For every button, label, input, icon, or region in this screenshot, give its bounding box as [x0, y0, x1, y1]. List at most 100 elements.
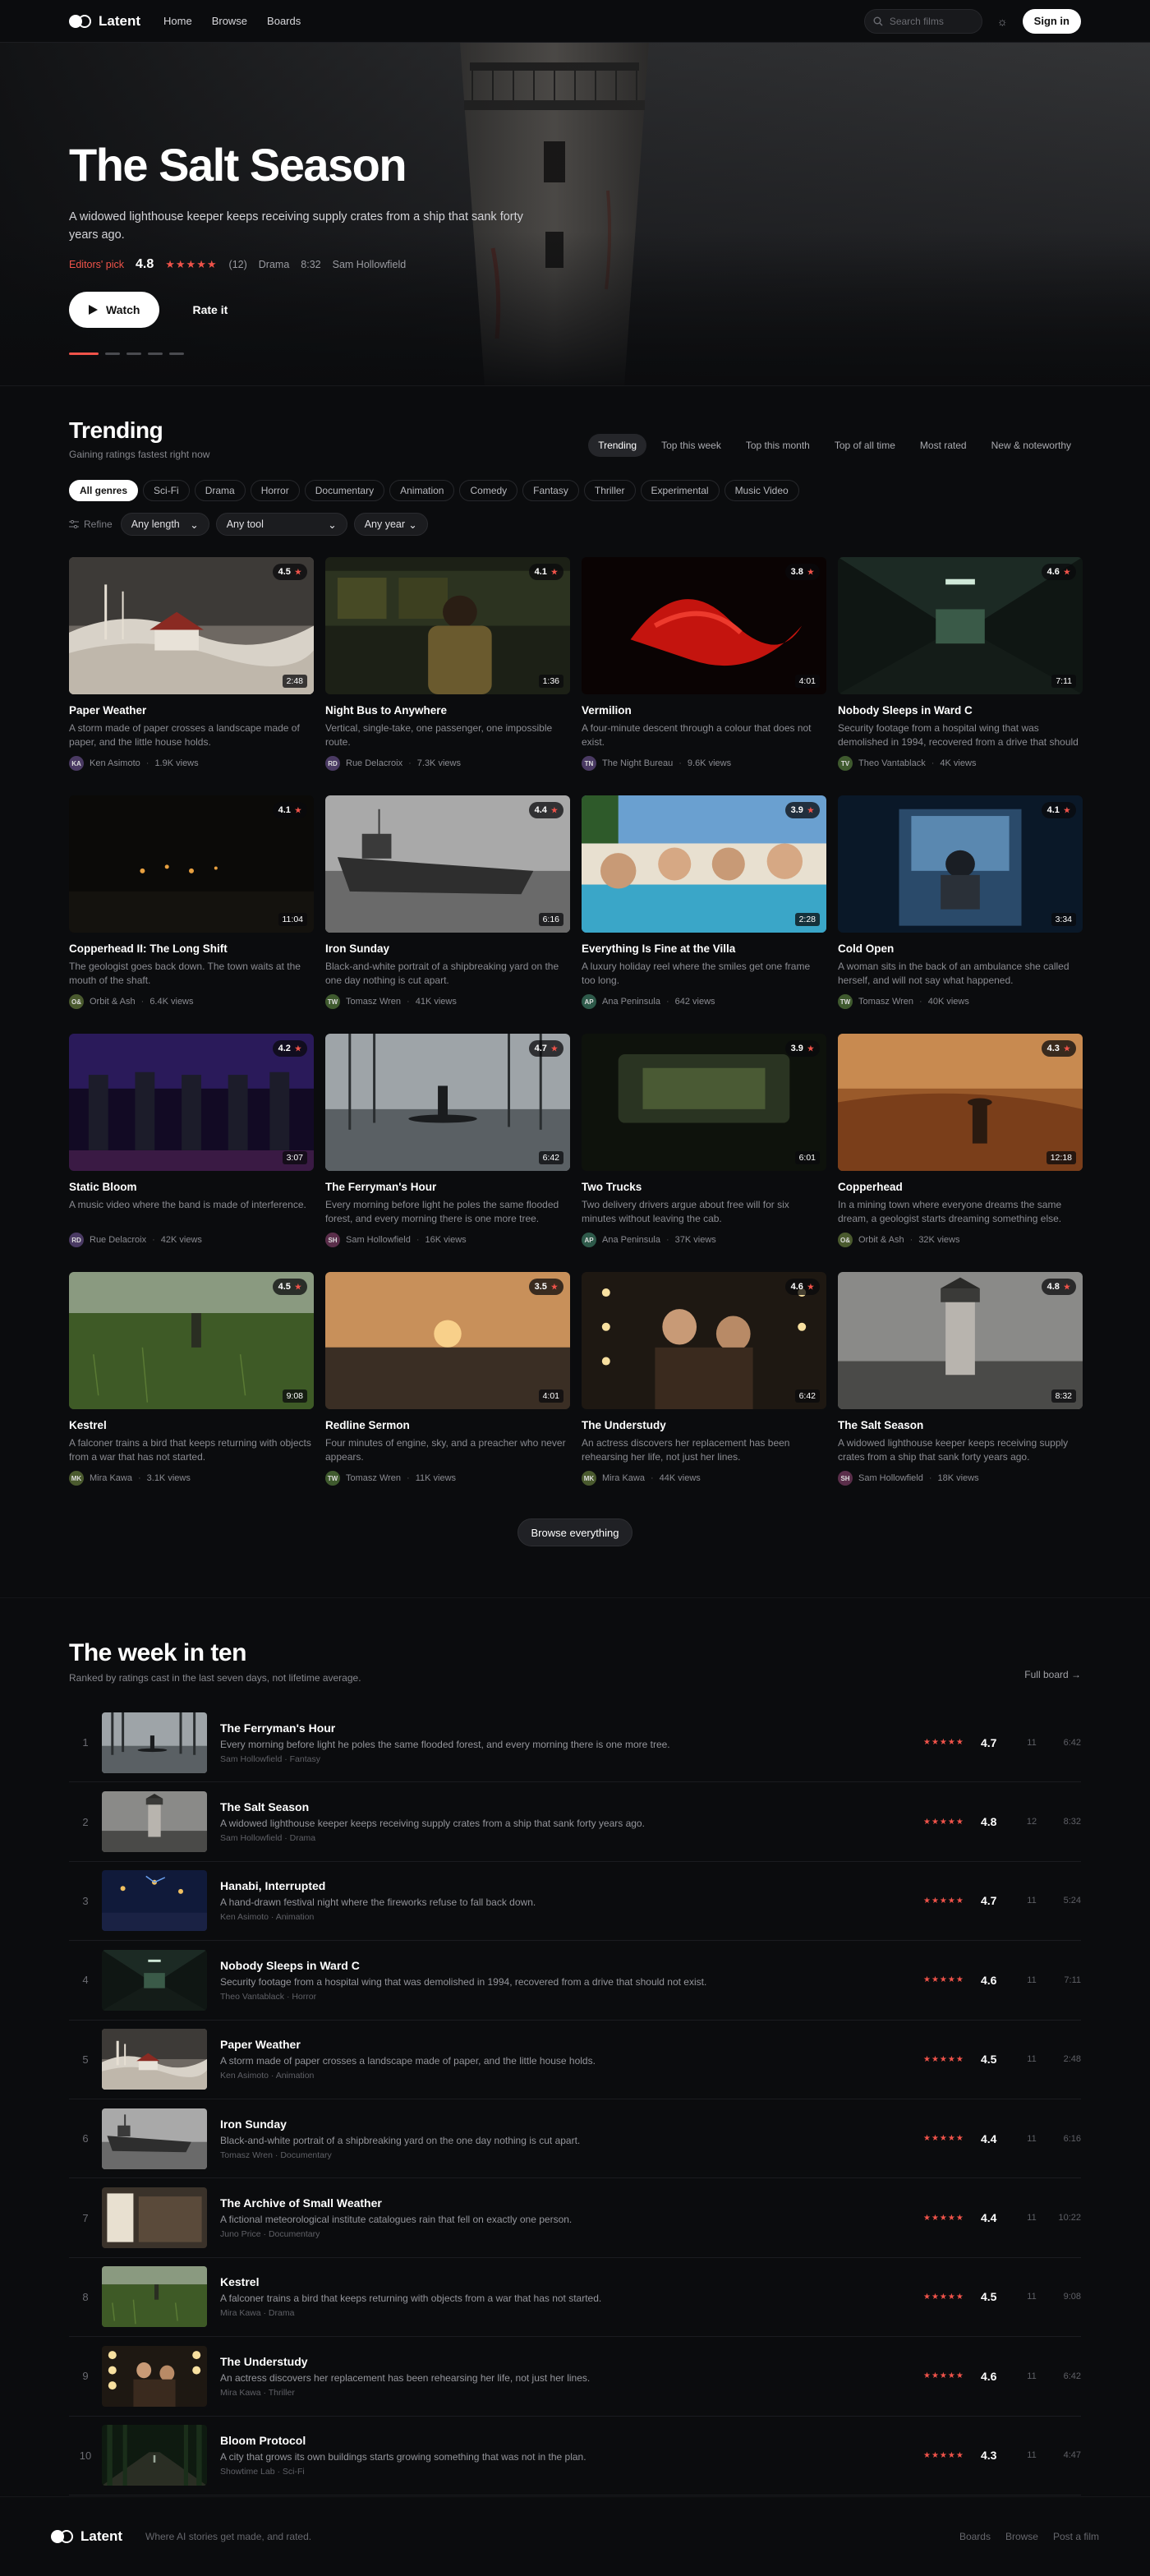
avatar[interactable]: TN: [582, 756, 596, 771]
brand-logo[interactable]: Latent: [69, 13, 140, 30]
film-thumbnail[interactable]: 4.1 ★ 11:04: [69, 795, 314, 933]
film-card[interactable]: 4.7 ★ 6:42 The Ferryman's Hour Every morn…: [325, 1034, 570, 1247]
genre-chip[interactable]: Fantasy: [522, 480, 579, 501]
creator-name[interactable]: Rue Delacroix: [346, 758, 402, 768]
creator-name[interactable]: Ken Asimoto: [90, 758, 140, 768]
genre-chip[interactable]: All genres: [69, 480, 139, 501]
ranking-thumbnail[interactable]: [102, 2108, 207, 2169]
rate-button[interactable]: Rate it: [176, 292, 244, 328]
film-thumbnail[interactable]: 4.8 ★ 8:32: [838, 1272, 1083, 1409]
ranking-thumbnail[interactable]: [102, 1949, 207, 2011]
avatar[interactable]: RD: [69, 1233, 84, 1247]
film-thumbnail[interactable]: 4.1 ★ 3:34: [838, 795, 1083, 933]
genre-chip[interactable]: Thriller: [583, 480, 636, 501]
avatar[interactable]: AP: [582, 994, 596, 1009]
tab-sort-option[interactable]: Top this month: [736, 434, 820, 457]
film-title[interactable]: Everything Is Fine at the Villa: [582, 942, 826, 955]
film-thumbnail[interactable]: 4.1 ★ 1:36: [325, 557, 570, 694]
ranking-row[interactable]: 3 Hanabi, Interrupted A hand-drawn festi…: [69, 1862, 1081, 1942]
film-title[interactable]: Nobody Sleeps in Ward C: [838, 704, 1083, 717]
film-thumbnail[interactable]: 4.7 ★ 6:42: [325, 1034, 570, 1171]
film-thumbnail[interactable]: 4.6 ★ 6:42: [582, 1272, 826, 1409]
slide-dot[interactable]: [148, 352, 163, 355]
avatar[interactable]: MK: [69, 1471, 84, 1486]
avatar[interactable]: RD: [325, 756, 340, 771]
ranking-row[interactable]: 7 The Archive of Small Weather A fiction…: [69, 2178, 1081, 2258]
film-thumbnail[interactable]: 4.2 ★ 3:07: [69, 1034, 314, 1171]
avatar[interactable]: SH: [325, 1233, 340, 1247]
film-title[interactable]: The Salt Season: [838, 1419, 1083, 1431]
avatar[interactable]: AP: [582, 1233, 596, 1247]
film-title[interactable]: Redline Sermon: [325, 1419, 570, 1431]
film-thumbnail[interactable]: 3.9 ★ 6:01: [582, 1034, 826, 1171]
film-thumbnail[interactable]: 4.3 ★ 12:18: [838, 1034, 1083, 1171]
tab-sort-option[interactable]: New & noteworthy: [982, 434, 1081, 457]
genre-chip[interactable]: Experimental: [640, 480, 720, 501]
genre-chip[interactable]: Horror: [250, 480, 300, 501]
ranking-title[interactable]: Hanabi, Interrupted: [220, 1879, 923, 1892]
ranking-title[interactable]: Nobody Sleeps in Ward C: [220, 1959, 923, 1972]
tab-sort-option[interactable]: Most rated: [910, 434, 977, 457]
ranking-thumbnail[interactable]: [102, 1712, 207, 1773]
creator-name[interactable]: Orbit & Ash: [858, 1235, 904, 1245]
footer-link-boards[interactable]: Boards: [959, 2531, 991, 2542]
ranking-row[interactable]: 5 Paper Weather A storm made of paper cr…: [69, 2021, 1081, 2099]
slide-dot[interactable]: [69, 352, 99, 355]
film-card[interactable]: 3.5 ★ 4:01 Redline Sermon Four minutes of…: [325, 1272, 570, 1486]
slide-dot[interactable]: [169, 352, 184, 355]
creator-name[interactable]: Tomasz Wren: [858, 997, 913, 1007]
year-select[interactable]: Any year ⌄: [353, 513, 428, 536]
film-thumbnail[interactable]: 3.8 ★ 4:01: [582, 557, 826, 694]
ranking-thumbnail[interactable]: [102, 1791, 207, 1853]
nav-link-home[interactable]: Home: [163, 15, 192, 27]
creator-name[interactable]: Mira Kawa: [90, 1473, 132, 1483]
ranking-row[interactable]: 8 Kestrel A falconer trains a bird that …: [69, 2258, 1081, 2338]
avatar[interactable]: O&: [838, 1233, 853, 1247]
creator-name[interactable]: The Night Bureau: [602, 758, 673, 768]
creator-name[interactable]: Rue Delacroix: [90, 1235, 146, 1245]
footer-logo[interactable]: Latent: [51, 2528, 122, 2545]
avatar[interactable]: TW: [325, 994, 340, 1009]
film-thumbnail[interactable]: 4.5 ★ 9:08: [69, 1272, 314, 1409]
genre-chip[interactable]: Animation: [389, 480, 455, 501]
genre-chip[interactable]: Sci-Fi: [143, 480, 190, 501]
film-card[interactable]: 4.1 ★ 3:34 Cold Open A woman sits in the …: [838, 795, 1083, 1009]
genre-chip[interactable]: Drama: [194, 480, 246, 501]
theme-toggle-icon[interactable]: ☼: [997, 15, 1008, 28]
ranking-title[interactable]: The Archive of Small Weather: [220, 2196, 923, 2210]
ranking-thumbnail[interactable]: [102, 2029, 207, 2090]
footer-link-browse[interactable]: Browse: [1005, 2531, 1038, 2542]
ranking-title[interactable]: Paper Weather: [220, 2038, 923, 2051]
ranking-thumbnail[interactable]: [102, 2345, 207, 2407]
creator-name[interactable]: Orbit & Ash: [90, 997, 136, 1007]
film-title[interactable]: Iron Sunday: [325, 942, 570, 955]
creator-name[interactable]: Tomasz Wren: [346, 1473, 401, 1483]
film-card[interactable]: 3.9 ★ 6:01 Two Trucks Two delivery driver…: [582, 1034, 826, 1247]
ranking-row[interactable]: 6 Iron Sunday Black-and-white portrait o…: [69, 2099, 1081, 2179]
creator-name[interactable]: Mira Kawa: [602, 1473, 645, 1483]
film-thumbnail[interactable]: 4.5 ★ 2:48: [69, 557, 314, 694]
tool-select[interactable]: Any tool ⌄: [215, 513, 347, 536]
length-select[interactable]: Any length ⌄: [120, 513, 209, 536]
footer-link-post[interactable]: Post a film: [1053, 2531, 1099, 2542]
ranking-row[interactable]: 9 The Understudy An actress discovers he…: [69, 2337, 1081, 2417]
avatar[interactable]: KA: [69, 756, 84, 771]
ranking-thumbnail[interactable]: [102, 2187, 207, 2249]
nav-link-boards[interactable]: Boards: [267, 15, 301, 27]
creator-name[interactable]: Theo Vantablack: [858, 758, 926, 768]
nav-link-browse[interactable]: Browse: [212, 15, 247, 27]
creator-name[interactable]: Sam Hollowfield: [346, 1235, 411, 1245]
film-card[interactable]: 4.1 ★ 1:36 Night Bus to Anywhere Vertical…: [325, 557, 570, 771]
genre-chip[interactable]: Comedy: [459, 480, 518, 501]
avatar[interactable]: TW: [838, 994, 853, 1009]
film-card[interactable]: 4.2 ★ 3:07 Static Bloom A music video whe…: [69, 1034, 314, 1247]
film-card[interactable]: 4.3 ★ 12:18 Copperhead In a mining town w…: [838, 1034, 1083, 1247]
creator-name[interactable]: Ana Peninsula: [602, 1235, 660, 1245]
ranking-title[interactable]: The Understudy: [220, 2355, 923, 2368]
ranking-row[interactable]: 4 Nobody Sleeps in Ward C Security foota…: [69, 1941, 1081, 2021]
avatar[interactable]: MK: [582, 1471, 596, 1486]
genre-chip[interactable]: Documentary: [304, 480, 385, 501]
ranking-row[interactable]: 1 The Ferryman's Hour Every morning befo…: [69, 1703, 1081, 1783]
film-title[interactable]: Copperhead II: The Long Shift: [69, 942, 314, 955]
film-card[interactable]: 3.8 ★ 4:01 Vermilion A four-minute descen…: [582, 557, 826, 771]
